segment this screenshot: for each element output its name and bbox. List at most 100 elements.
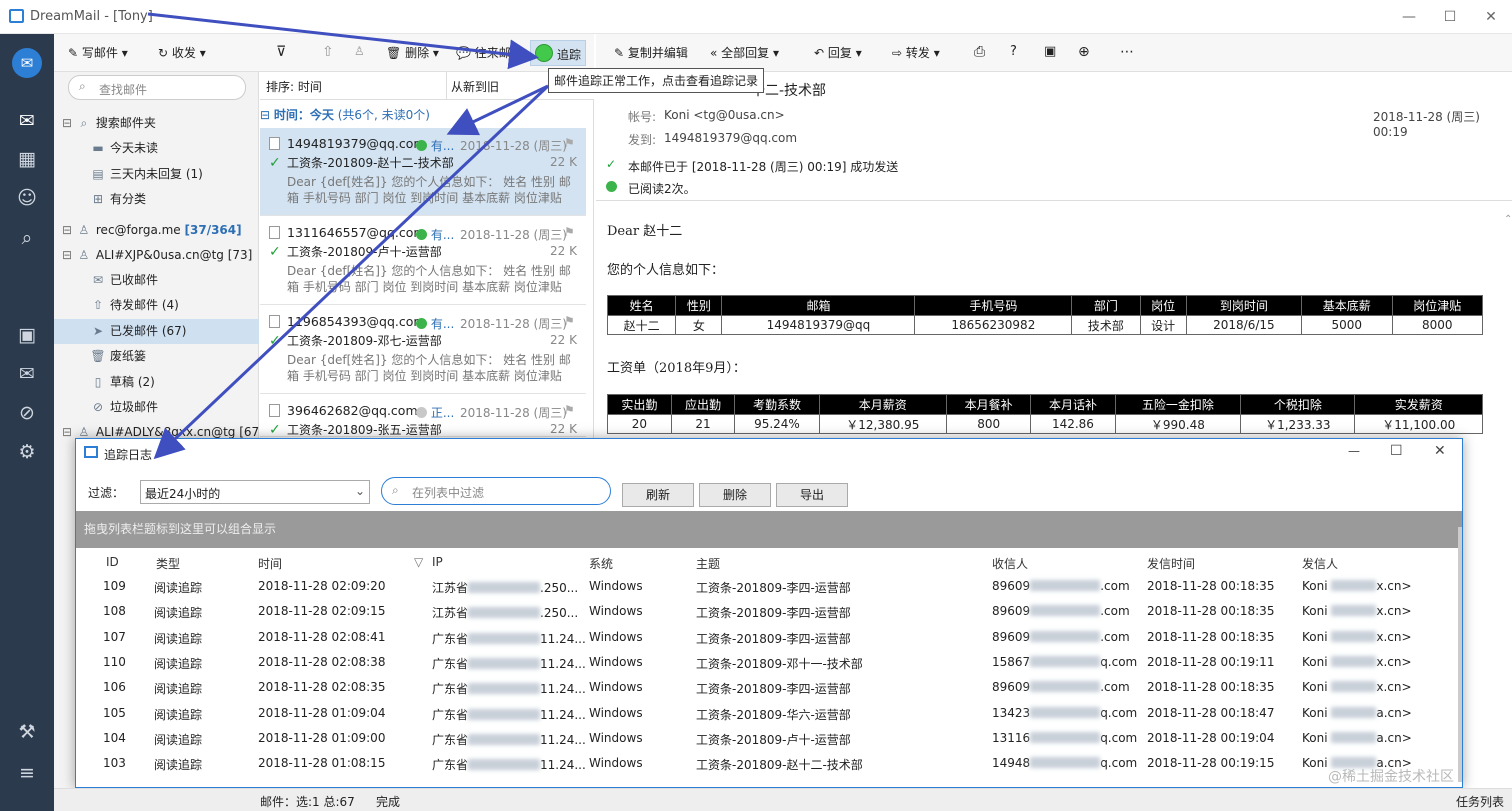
settings-icon[interactable]: ⚙ [0,434,54,470]
contact-icon[interactable]: ♙ [354,44,365,64]
column-header[interactable]: 时间 [258,555,282,572]
search-input[interactable]: ⌕ 查找邮件 [68,75,246,100]
folder-item[interactable]: ▬ 今天未读 [90,136,158,161]
log-row[interactable]: 108 阅读追踪 2018-11-28 02:09:15 江苏省 .250... Wind… [76,599,1462,624]
task-list-button[interactable]: 任务列表 [1456,793,1504,810]
column-header[interactable]: 主题 [696,555,720,572]
search-icon[interactable]: ⌕ [0,220,54,256]
sort-order[interactable]: 从新到旧 [451,78,499,95]
message-item[interactable]: 396462682@qq.com 正... 2018-11-28 (周三) ⚑ ✓ 工资… [260,395,586,438]
group-by-bar[interactable]: 拖曳列表栏题标到这里可以组合显示 [76,511,1462,548]
message-item[interactable]: 1494819379@qq.com 有... 2018-11-28 (周三) ⚑ ✓ 工… [260,128,586,216]
close-icon[interactable]: ✕ [1481,8,1501,26]
folder-item[interactable]: 🗑 废纸篓 [90,344,146,369]
log-os: Windows [589,705,643,720]
flag-icon[interactable]: ⚑ [564,314,575,328]
track-button[interactable]: 追踪 [530,40,586,66]
column-header[interactable]: 收信人 [992,555,1028,572]
sort-field[interactable]: 排序: 时间 [266,78,322,95]
column-header[interactable]: 发信时间 [1147,555,1195,572]
message-item[interactable]: 1196854393@qq.com 有... 2018-11-28 (周三) ⚑ ✓ 工… [260,306,586,394]
group-header[interactable]: ⊟ 时间：今天 (共6个, 未读0个) [260,106,430,123]
log-row[interactable]: 103 阅读追踪 2018-11-28 01:08:15 广东省 11.24... Win… [76,751,1462,776]
attachment-icon[interactable]: ⊘ [0,395,54,431]
collapse-toggle[interactable]: ⊟ [62,223,72,237]
close-icon[interactable]: ✕ [1434,443,1446,459]
column-header[interactable]: ID [106,555,119,569]
scrollbar[interactable] [1458,527,1462,782]
mail-track-icon[interactable]: ✉ [0,356,54,392]
log-row[interactable]: 104 阅读追踪 2018-11-28 01:09:00 广东省 11.24... Win… [76,726,1462,751]
copy-edit-button[interactable]: ✎ 复制并编辑 [614,44,688,64]
zoom-icon[interactable]: ⊕ [1078,44,1090,64]
more-icon[interactable]: ⋯ [1120,44,1134,64]
folder-item[interactable]: ⊟ ♙ ALI#XJP&0usa.cn@tg [73] [62,243,252,268]
log-recipient: 14948 q.com [992,756,1138,771]
folder-item[interactable]: ⊟ ♙ rec@forga.me [37/364] [62,218,242,243]
flag-icon[interactable]: ⚑ [564,403,575,417]
message-item[interactable]: 1311646557@qq.com 有... 2018-11-28 (周三) ⚑ ✓ 工… [260,217,586,305]
help-icon[interactable]: ? [1010,44,1017,64]
reply-all-button[interactable]: « 全部回复 ▾ [710,44,779,64]
folder-item[interactable]: ⊞ 有分类 [90,187,146,212]
folder-item[interactable]: ▤ 三天内未回复 (1) [90,162,203,187]
account-icon[interactable]: ✉ [12,48,42,78]
log-ip: 江苏省 .250... [432,581,579,595]
conversation-button[interactable]: 💬 往来邮件 [456,44,523,64]
search-icon: ⌕ [392,483,399,497]
delete-button[interactable]: 🗑 删除 ▾ [386,44,439,64]
compose-button[interactable]: ✎ 写邮件 ▾ [68,44,128,64]
print-icon[interactable]: ⎙ [974,44,985,64]
filter-icon[interactable]: ⊽ [276,44,286,64]
tools-icon[interactable]: ⚒ [0,714,54,750]
move-up-icon[interactable]: ⇧ [322,44,334,64]
folder-item[interactable]: ▯ 草稿 (2) [90,370,155,395]
folder-item[interactable]: ⊘ 垃圾邮件 [90,395,158,420]
log-time: 2018-11-28 01:09:04 [258,705,386,720]
send-receive-button[interactable]: ↻ 收发 ▾ [158,44,206,64]
minimize-icon[interactable]: — [1399,8,1419,26]
collapse-toggle[interactable]: ⊟ [62,425,72,439]
folder-item[interactable]: ➤ 已发邮件 (67) [54,319,259,344]
message-date: 2018-11-28 (周三) [460,317,567,331]
flag-icon[interactable]: ⚑ [564,136,575,150]
filter-select[interactable]: 最近24小时的 ⌄ [140,480,370,504]
column-header[interactable]: 类型 [156,555,180,572]
minimize-icon[interactable]: — [1348,444,1360,458]
refresh-button[interactable]: 刷新 [622,483,694,507]
folder-item[interactable]: ✉ 已收邮件 [90,268,158,293]
maximize-icon[interactable]: ☐ [1390,443,1403,459]
log-row[interactable]: 109 阅读追踪 2018-11-28 02:09:20 江苏省 .250... Wind… [76,574,1462,599]
address-book-icon[interactable]: ▣ [0,317,54,353]
scroll-up-icon[interactable]: ⌃ [1504,214,1512,225]
forward-button[interactable]: ⇨ 转发 ▾ [892,44,940,64]
collapse-toggle[interactable]: ⊟ [62,116,72,130]
log-row[interactable]: 110 阅读追踪 2018-11-28 02:08:38 广东省 11.24... Win… [76,650,1462,675]
flag-icon[interactable]: ⚑ [564,225,575,239]
image-icon[interactable]: ▣ [1044,44,1056,64]
calendar-icon[interactable]: ▦ [0,141,54,177]
contacts-icon[interactable]: ☺ [0,180,54,216]
log-row[interactable]: 105 阅读追踪 2018-11-28 01:09:04 广东省 11.24... Win… [76,701,1462,726]
refresh-icon: ↻ [158,46,169,60]
column-header[interactable]: 发信人 [1302,555,1338,572]
folder-item[interactable]: ⊟ ⌕ 搜索邮件夹 [62,111,156,136]
maximize-icon[interactable]: ☐ [1440,8,1460,26]
collapse-toggle[interactable]: ⊟ [62,248,72,262]
log-type: 阅读追踪 [154,732,203,747]
delete-button[interactable]: 删除 [699,483,771,507]
menu-icon[interactable]: ≡ [0,755,54,791]
filter-input[interactable]: ⌕ 在列表中过滤 [381,477,611,505]
table-cell: ￥12,380.95 [818,414,948,434]
log-row[interactable]: 107 阅读追踪 2018-11-28 02:08:41 广东省 11.24... Win… [76,625,1462,650]
reply-button[interactable]: ↶ 回复 ▾ [814,44,862,64]
column-header[interactable]: IP [432,555,443,569]
log-row[interactable]: 106 阅读追踪 2018-11-28 02:08:35 广东省 11.24... Win… [76,675,1462,700]
log-sent-time: 2018-11-28 00:19:04 [1147,730,1275,745]
export-button[interactable]: 导出 [776,483,848,507]
table-header-cell: 到岗时间 [1185,295,1303,316]
column-header[interactable]: 系统 [589,555,613,572]
log-subject: 工资条-201809-华六-运营部 [696,707,851,722]
mail-icon[interactable]: ✉ [0,103,54,139]
folder-item[interactable]: ⇧ 待发邮件 (4) [90,293,179,318]
